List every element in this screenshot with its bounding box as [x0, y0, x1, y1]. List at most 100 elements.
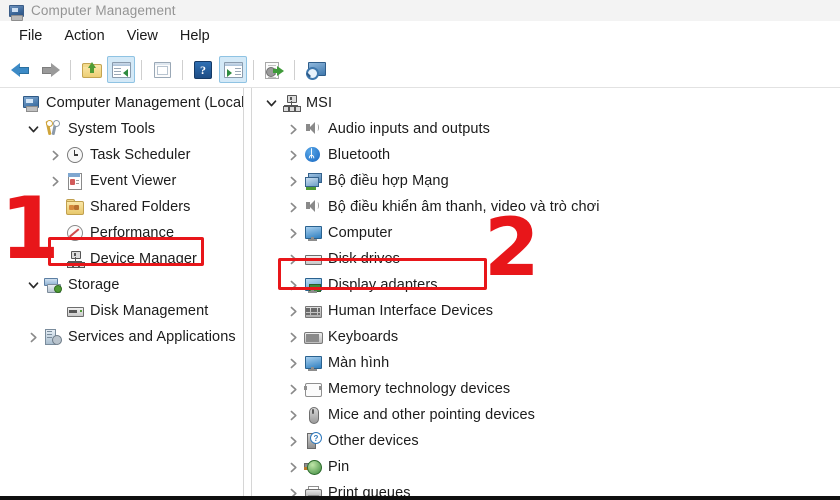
tree-row-bluetooth[interactable]: ᛦ Bluetooth [252, 142, 840, 168]
help-button[interactable]: ? [189, 56, 217, 83]
chevron-right-icon[interactable] [44, 142, 66, 168]
toolbar-separator [253, 59, 254, 80]
tree-row-label: Storage [68, 276, 120, 293]
tree-row-human-interface-devices[interactable]: Human Interface Devices [252, 298, 840, 324]
tree-row-system-tools[interactable]: System Tools [0, 116, 243, 142]
tree-row-label: Human Interface Devices [328, 302, 494, 319]
chevron-right-icon[interactable] [282, 246, 304, 272]
chevron-right-icon[interactable] [282, 220, 304, 246]
tree-row-label: Disk drives [328, 250, 400, 267]
memory-technology-icon [304, 380, 322, 398]
tree-row-task-scheduler[interactable]: Task Scheduler [0, 142, 243, 168]
tree-row-display-adapters[interactable]: Display adapters [252, 272, 840, 298]
chevron-right-icon[interactable] [44, 168, 66, 194]
tree-row-shared-folders[interactable]: Shared Folders [0, 194, 243, 220]
chevron-right-icon[interactable] [282, 454, 304, 480]
tree-row-label: Performance [90, 224, 175, 241]
title-bar: Computer Management [0, 0, 840, 22]
tree-row-storage[interactable]: Storage [0, 272, 243, 298]
tree-row-disk-drives[interactable]: Disk drives [252, 246, 840, 272]
device-tree: MSI Audio inputs and outputs ᛦ Bluetooth Bộ … [252, 88, 840, 496]
tree-row-label: Memory technology devices [328, 380, 511, 397]
chevron-right-icon[interactable] [282, 168, 304, 194]
chevron-down-icon[interactable] [22, 116, 44, 142]
menu-file[interactable]: File [8, 25, 53, 48]
tree-row-label: Bộ điều hợp Mạng [328, 172, 449, 189]
chevron-right-icon[interactable] [282, 298, 304, 324]
window-bottom-edge [0, 496, 840, 500]
tree-row-memory-technology-devices[interactable]: Memory technology devices [252, 376, 840, 402]
chevron-right-icon[interactable] [282, 272, 304, 298]
tree-row-label: Computer Management (Local [46, 94, 243, 111]
menu-action[interactable]: Action [53, 25, 115, 48]
export-list-button[interactable] [260, 56, 288, 83]
keyboard-icon [304, 328, 323, 346]
monitor-icon [304, 224, 322, 242]
tree-row-label: Màn hình [328, 354, 390, 371]
no-twisty [44, 220, 66, 246]
mouse-icon [304, 406, 322, 424]
menu-view[interactable]: View [116, 25, 169, 48]
up-one-level-folder-icon [81, 61, 102, 78]
tree-row-label: System Tools [68, 120, 156, 137]
tree-row-label: MSI [306, 94, 333, 111]
tree-row-keyboards[interactable]: Keyboards [252, 324, 840, 350]
chevron-right-icon[interactable] [282, 116, 304, 142]
tree-row-pin[interactable]: Pin [252, 454, 840, 480]
tree-row-print-queues[interactable]: Print queues [252, 480, 840, 496]
chevron-right-icon[interactable] [22, 324, 44, 350]
tree-row-other-devices[interactable]: ? Other devices [252, 428, 840, 454]
properties-button[interactable] [148, 56, 176, 83]
tree-row-b-i-u-khi-n-m-thanh-video-v-tr-ch-i[interactable]: Bộ điều khiển âm thanh, video và trò chơ… [252, 194, 840, 220]
tree-row-b-i-u-h-p-m-ng[interactable]: Bộ điều hợp Mạng [252, 168, 840, 194]
chevron-right-icon[interactable] [282, 350, 304, 376]
connect-to-another-computer-button[interactable] [301, 56, 329, 83]
chevron-right-icon[interactable] [282, 324, 304, 350]
tree-row-device-manager[interactable]: Device Manager [0, 246, 243, 272]
window-title: Computer Management [31, 3, 176, 18]
chevron-right-icon[interactable] [282, 194, 304, 220]
show-hide-action-pane-button[interactable] [219, 56, 247, 83]
printer-icon [304, 484, 322, 496]
tree-row-event-viewer[interactable]: Event Viewer [0, 168, 243, 194]
tree-row-m-n-h-nh[interactable]: Màn hình [252, 350, 840, 376]
tree-row-label: Audio inputs and outputs [328, 120, 491, 137]
tree-row-msi[interactable]: MSI [252, 90, 840, 116]
up-one-level-button[interactable] [77, 56, 105, 83]
tree-row-label: Other devices [328, 432, 419, 449]
tree-row-performance[interactable]: Performance [0, 220, 243, 246]
tree-row-mice-and-other-pointing-devices[interactable]: Mice and other pointing devices [252, 402, 840, 428]
disk-management-icon [66, 302, 84, 320]
chevron-down-icon[interactable] [260, 90, 282, 116]
audio-speaker-icon [304, 120, 322, 138]
chevron-right-icon[interactable] [282, 402, 304, 428]
chevron-right-icon[interactable] [282, 480, 304, 496]
export-list-icon [264, 61, 284, 79]
toolbar-separator [182, 59, 183, 80]
chevron-right-icon[interactable] [282, 376, 304, 402]
tree-row-label: Bluetooth [328, 146, 391, 163]
chevron-right-icon[interactable] [282, 142, 304, 168]
tree-row-computer-management-local[interactable]: Computer Management (Local [0, 90, 243, 116]
chevron-down-icon[interactable] [22, 272, 44, 298]
connect-to-another-computer-icon [305, 61, 326, 80]
device-manager-icon [282, 94, 301, 112]
shared-folders-icon [66, 198, 84, 216]
tree-row-audio-inputs-and-outputs[interactable]: Audio inputs and outputs [252, 116, 840, 142]
console-tree-pane[interactable]: Computer Management (Local System Tools Ta… [0, 88, 243, 496]
chevron-right-icon[interactable] [282, 428, 304, 454]
forward-button[interactable] [36, 56, 64, 83]
tree-row-disk-management[interactable]: Disk Management [0, 298, 243, 324]
tree-row-services-and-applications[interactable]: Services and Applications [0, 324, 243, 350]
tree-row-label: Mice and other pointing devices [328, 406, 536, 423]
tree-row-label: Services and Applications [68, 328, 236, 345]
back-button[interactable] [6, 56, 34, 83]
device-manager-pane[interactable]: MSI Audio inputs and outputs ᛦ Bluetooth Bộ … [252, 88, 840, 496]
pane-splitter[interactable] [243, 88, 252, 496]
show-hide-console-tree-button[interactable] [107, 56, 135, 83]
tree-row-label: Print queues [328, 484, 411, 496]
disk-drives-icon [304, 250, 322, 268]
other-devices-icon: ? [304, 432, 322, 450]
menu-help[interactable]: Help [169, 25, 221, 48]
tree-row-computer[interactable]: Computer [252, 220, 840, 246]
